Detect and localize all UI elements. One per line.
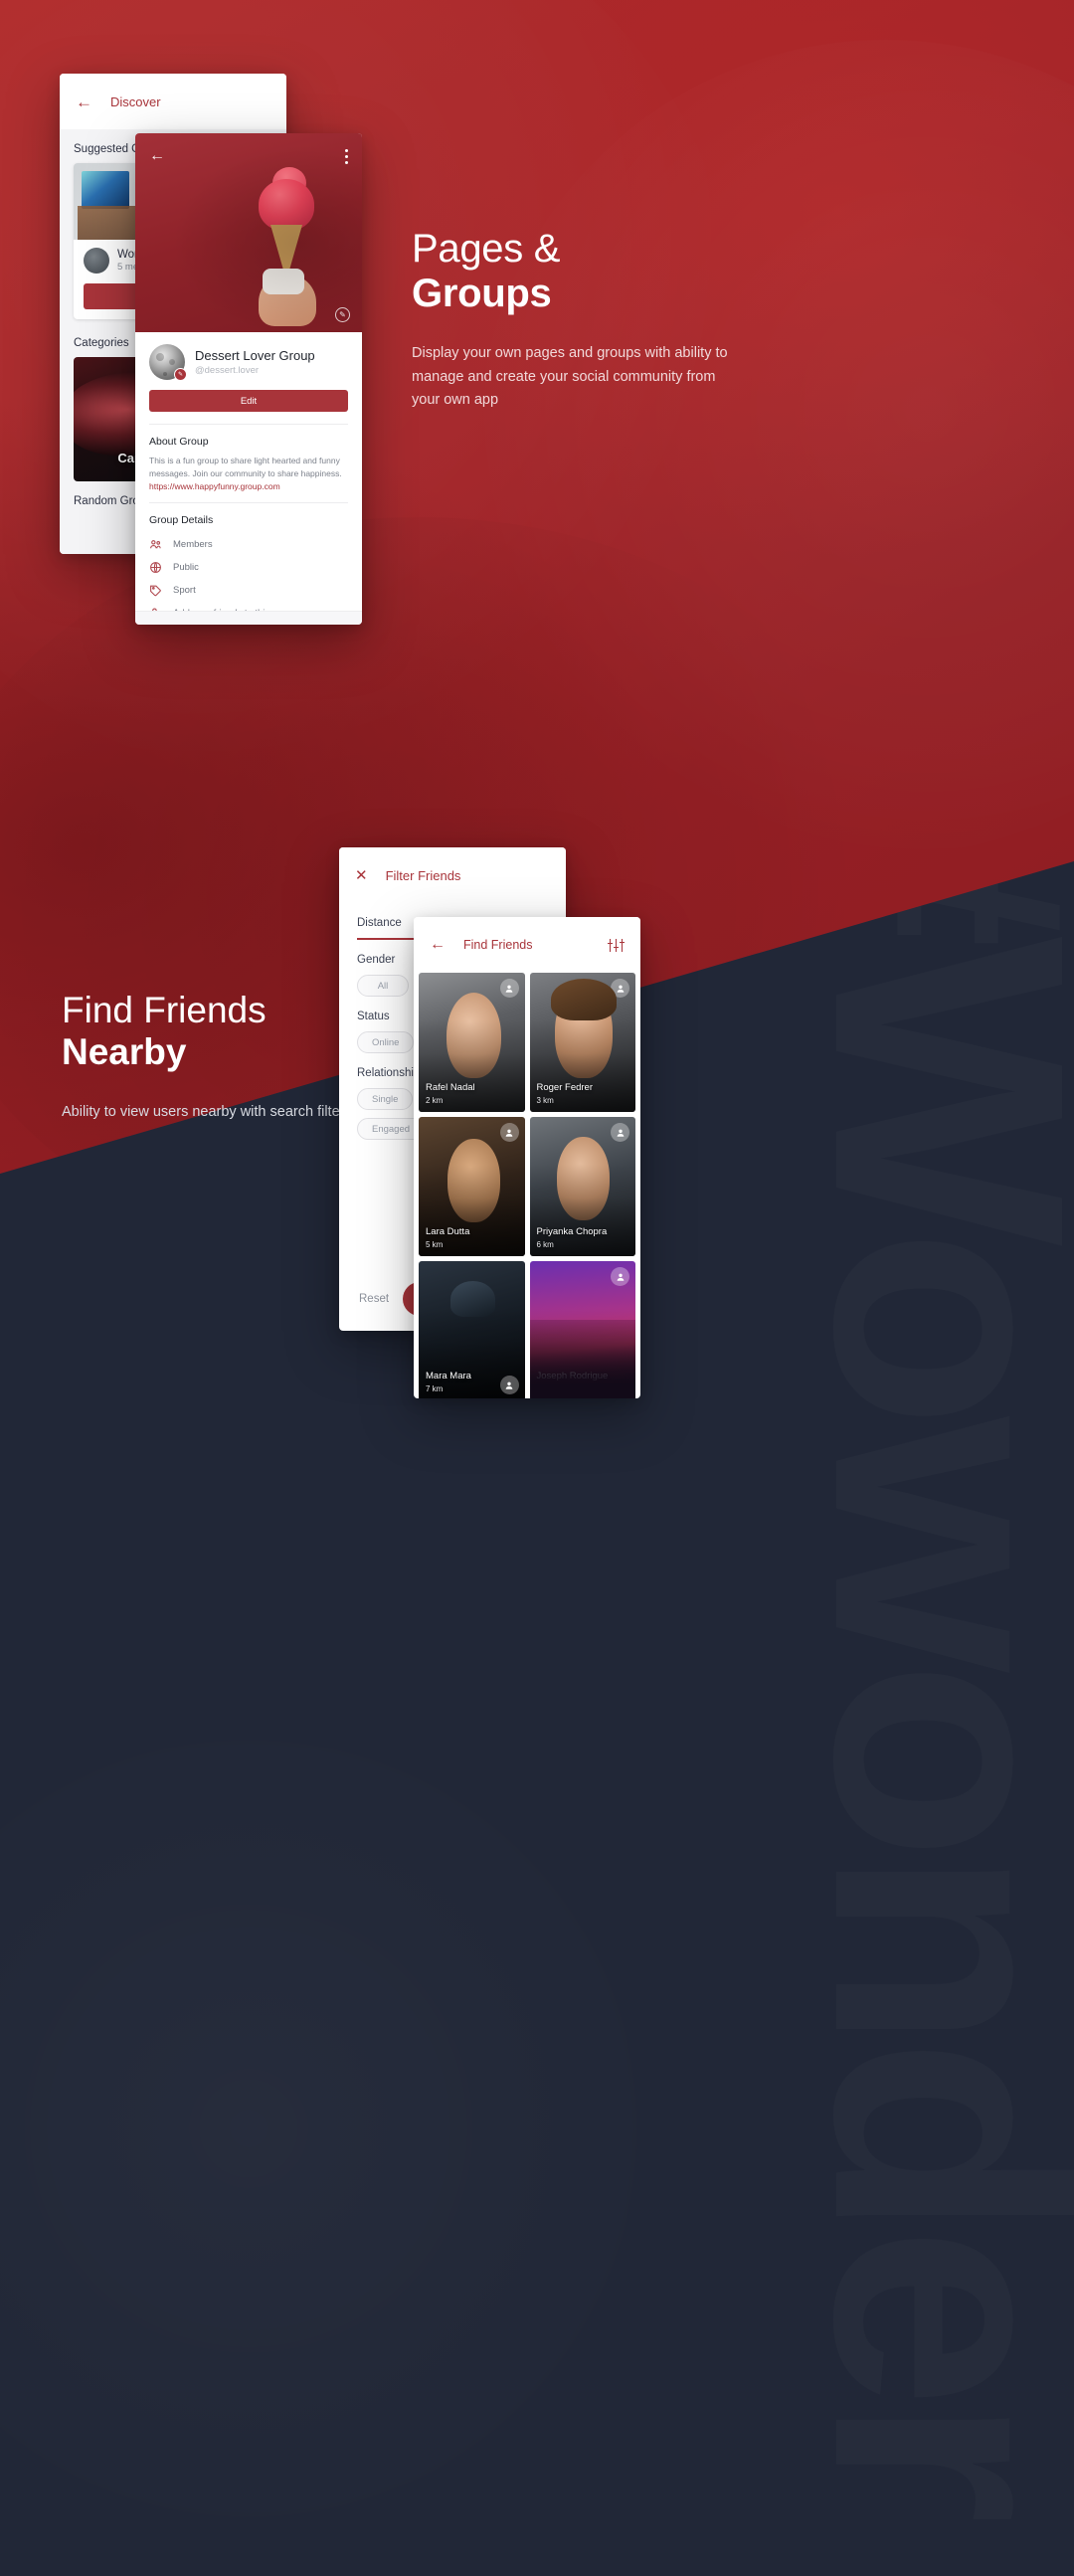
hand <box>259 275 316 326</box>
reset-button[interactable]: Reset <box>359 1293 389 1305</box>
user-badge-icon[interactable] <box>499 979 519 998</box>
filter-appbar: ✕ Filter Friends <box>339 847 566 903</box>
ice-cream-scoop-top <box>272 167 306 199</box>
friend-card[interactable]: Roger Fedrer 3 km <box>529 973 635 1112</box>
group-cover-photo: ← ✎ <box>135 133 362 332</box>
detail-label: Members <box>173 539 213 551</box>
heading-line-1: Pages & <box>412 227 561 271</box>
pages-groups-copy-block: Pages & Groups Display your own pages an… <box>412 227 740 413</box>
group-details-section: Group Details Members Public Sport Add y… <box>135 503 362 625</box>
friend-card[interactable]: Priyanka Chopra 6 km <box>529 1117 635 1256</box>
about-group-section: About Group This is a fun group to share… <box>135 425 362 502</box>
friend-distance: 3 km <box>536 1096 554 1105</box>
user-badge-icon[interactable] <box>611 1267 629 1286</box>
friend-name: Lara Dutta <box>426 1226 470 1237</box>
group-name: Dessert Lover Group <box>195 348 315 363</box>
friend-name: Rafel Nadal <box>426 1082 475 1093</box>
detail-label: Sport <box>173 585 196 597</box>
friend-name: Priyanka Chopra <box>536 1226 608 1237</box>
friend-name: Mara Mara <box>426 1371 471 1381</box>
friend-distance: 5 km <box>426 1240 444 1249</box>
heading-line-2: Groups <box>412 272 552 316</box>
avatar <box>84 248 109 274</box>
friend-name: Joseph Rodrigue <box>536 1371 609 1381</box>
ice-cream-scoop <box>259 179 314 231</box>
group-details-heading: Group Details <box>149 514 214 527</box>
friend-distance: 7 km <box>426 1384 444 1393</box>
arrow-left-icon[interactable]: ← <box>76 93 92 110</box>
tag-icon <box>149 584 162 597</box>
user-badge-icon[interactable] <box>611 1123 629 1142</box>
status-chip-online[interactable]: Online <box>357 1031 415 1053</box>
filter-title: Filter Friends <box>385 867 461 883</box>
friend-name: Roger Fedrer <box>536 1082 594 1093</box>
friend-card[interactable]: Joseph Rodrigue 8 km <box>529 1261 635 1398</box>
watermark-text: #Wowonder <box>814 766 1074 2512</box>
friends-grid: Rafel Nadal 2 km Roger Fedrer 3 km Lara … <box>414 973 640 1398</box>
find-friends-mockup: ← Find Friends Rafel Nadal 2 km Roger Fe… <box>414 917 640 1398</box>
group-profile-block: ✎ Dessert Lover Group @dessert.lover Edi… <box>135 332 362 424</box>
filter-sliders-icon[interactable] <box>608 938 626 952</box>
members-icon <box>149 538 162 551</box>
detail-label: Public <box>173 562 199 574</box>
friend-card[interactable]: Rafel Nadal 2 km <box>419 973 525 1112</box>
user-badge-icon[interactable] <box>499 1376 519 1394</box>
friend-distance: 6 km <box>536 1240 554 1249</box>
waffle-cone <box>270 225 302 280</box>
discover-appbar: ← Discover <box>60 74 286 129</box>
user-badge-icon[interactable] <box>611 979 629 998</box>
tissue <box>263 269 304 294</box>
gender-chip-all[interactable]: All <box>357 975 409 997</box>
group-detail-mockup: ← ✎ ✎ Dessert Lover Group @dessert.lover… <box>135 133 362 625</box>
more-vertical-icon[interactable] <box>345 148 348 164</box>
avatar[interactable]: ✎ <box>149 344 187 381</box>
discover-title: Discover <box>110 93 161 109</box>
detail-row-privacy[interactable]: Public <box>149 556 348 579</box>
pages-groups-heading: Pages & Groups <box>412 227 740 316</box>
friend-card[interactable]: Mara Mara 7 km <box>419 1261 525 1398</box>
group-topbar: ← <box>135 133 362 179</box>
ice-cream-image <box>253 167 318 326</box>
edit-button[interactable]: Edit <box>149 390 348 412</box>
arrow-left-icon[interactable]: ← <box>430 937 446 953</box>
edit-cover-icon[interactable]: ✎ <box>335 307 350 322</box>
bottom-strip <box>135 611 362 625</box>
detail-row-category[interactable]: Sport <box>149 579 348 602</box>
group-identity-row: ✎ Dessert Lover Group @dessert.lover <box>149 344 348 381</box>
relationship-chip-single[interactable]: Single <box>357 1088 414 1110</box>
friends-appbar: ← Find Friends <box>414 917 640 973</box>
user-badge-icon[interactable] <box>499 1123 519 1142</box>
friend-card[interactable]: Lara Dutta 5 km <box>419 1117 525 1256</box>
group-handle: @dessert.lover <box>195 365 260 376</box>
about-group-text: This is a fun group to share light heart… <box>149 456 342 478</box>
close-icon[interactable]: ✕ <box>355 868 368 883</box>
arrow-left-icon[interactable]: ← <box>149 148 165 164</box>
heading-line-1: Find Friends <box>62 990 267 1030</box>
friends-title: Find Friends <box>463 938 533 952</box>
pages-groups-paragraph: Display your own pages and groups with a… <box>412 345 728 409</box>
about-group-link[interactable]: https://www.happyfunny.group.com <box>149 480 348 493</box>
about-group-heading: About Group <box>149 436 209 448</box>
globe-icon <box>149 561 162 574</box>
friend-distance: 2 km <box>426 1096 444 1105</box>
friend-distance: 8 km <box>536 1384 554 1393</box>
edit-pencil-icon[interactable]: ✎ <box>174 368 187 381</box>
detail-row-members[interactable]: Members <box>149 533 348 556</box>
